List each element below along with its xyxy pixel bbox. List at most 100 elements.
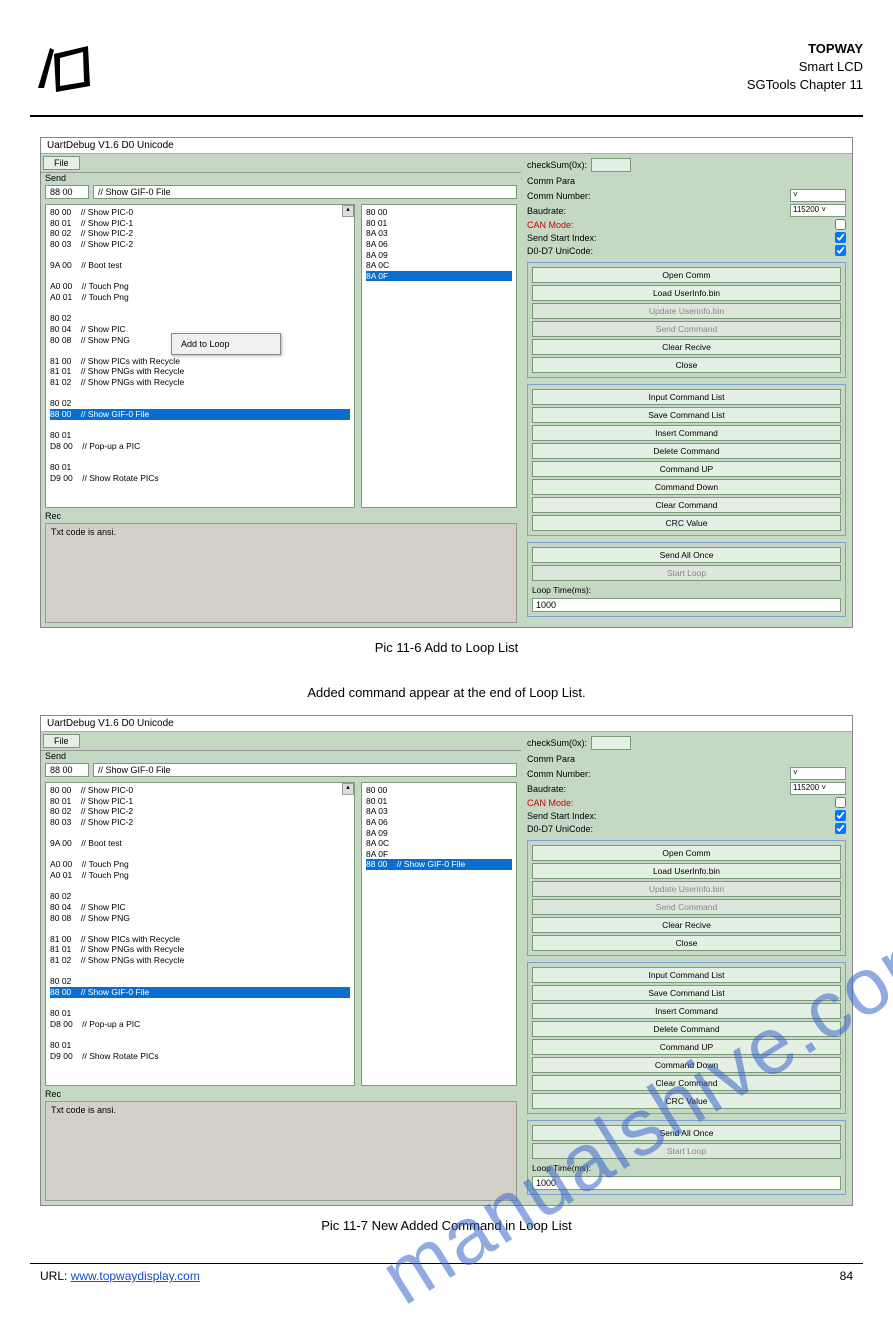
action-button[interactable]: CRC Value [532, 1093, 841, 1109]
list-item[interactable]: 80 00 // Show PIC-0 [50, 207, 350, 218]
list-item[interactable]: 80 02 // Show PIC-2 [50, 228, 350, 239]
action-button[interactable]: CRC Value [532, 515, 841, 531]
list-item[interactable] [50, 271, 350, 282]
list-item[interactable]: 80 02 [50, 891, 350, 902]
param-checkbox[interactable] [835, 232, 846, 243]
list-item[interactable] [50, 998, 350, 1009]
list-item[interactable]: 81 02 // Show PNGs with Recycle [50, 377, 350, 388]
param-checkbox[interactable] [835, 810, 846, 821]
action-button[interactable]: Load UserInfo.bin [532, 285, 841, 301]
list-item[interactable]: 80 00 // Show PIC-0 [50, 785, 350, 796]
list-item[interactable]: 81 02 // Show PNGs with Recycle [50, 955, 350, 966]
loop-list[interactable]: 80 0080 018A 038A 068A 098A 0C8A 0F88 00… [361, 782, 517, 1086]
list-item[interactable]: 80 02 [50, 398, 350, 409]
list-item[interactable]: 88 00 // Show GIF-0 File [50, 987, 350, 998]
list-item[interactable]: 80 01 // Show PIC-1 [50, 218, 350, 229]
list-item[interactable]: 80 01 [50, 1040, 350, 1051]
list-item[interactable]: 80 04 // Show PIC [50, 902, 350, 913]
list-item[interactable] [50, 388, 350, 399]
file-menu[interactable]: File [43, 156, 80, 170]
action-button[interactable]: Insert Command [532, 1003, 841, 1019]
param-checkbox[interactable] [835, 823, 846, 834]
action-button[interactable]: Command UP [532, 461, 841, 477]
action-button[interactable]: Command UP [532, 1039, 841, 1055]
list-item[interactable]: A0 00 // Touch Png [50, 859, 350, 870]
checksum-input[interactable] [591, 158, 631, 172]
footer-link[interactable]: www.topwaydisplay.com [71, 1269, 200, 1283]
list-item[interactable]: 8A 09 [366, 828, 512, 839]
list-item[interactable]: 81 00 // Show PICs with Recycle [50, 356, 350, 367]
list-item[interactable]: 80 00 [366, 785, 512, 796]
action-button[interactable]: Clear Command [532, 497, 841, 513]
list-item[interactable] [50, 923, 350, 934]
file-menu[interactable]: File [43, 734, 80, 748]
list-item[interactable]: D8 00 // Pop-up a PIC [50, 1019, 350, 1030]
list-item[interactable]: 8A 0F [366, 849, 512, 860]
list-item[interactable]: 81 01 // Show PNGs with Recycle [50, 944, 350, 955]
list-item[interactable]: D8 00 // Pop-up a PIC [50, 441, 350, 452]
list-item[interactable] [50, 420, 350, 431]
list-item[interactable]: 80 02 // Show PIC-2 [50, 806, 350, 817]
action-button[interactable]: Save Command List [532, 985, 841, 1001]
list-item[interactable] [50, 828, 350, 839]
list-item[interactable]: 80 01 [366, 218, 512, 229]
list-item[interactable]: 8A 0F [366, 271, 512, 282]
send-desc-input[interactable]: // Show GIF-0 File [93, 185, 517, 199]
action-button[interactable]: Command Down [532, 479, 841, 495]
list-item[interactable]: 80 02 [50, 976, 350, 987]
list-item[interactable] [50, 451, 350, 462]
list-item[interactable]: 80 01 [50, 462, 350, 473]
action-button[interactable]: Close [532, 357, 841, 373]
list-item[interactable]: 80 02 [50, 313, 350, 324]
list-item[interactable] [50, 849, 350, 860]
loop-time-input[interactable] [532, 598, 841, 612]
action-button[interactable]: Clear Command [532, 1075, 841, 1091]
loop-list[interactable]: 80 0080 018A 038A 068A 098A 0C8A 0F [361, 204, 517, 508]
send-code-input[interactable]: 88 00 [45, 763, 89, 777]
list-item[interactable] [50, 966, 350, 977]
send-code-input[interactable]: 88 00 [45, 185, 89, 199]
add-to-loop-menuitem[interactable]: Add to Loop [174, 336, 278, 352]
checksum-input[interactable] [591, 736, 631, 750]
list-item[interactable]: 80 03 // Show PIC-2 [50, 817, 350, 828]
list-item[interactable] [50, 1029, 350, 1040]
list-item[interactable]: 8A 06 [366, 817, 512, 828]
list-item[interactable]: 8A 0C [366, 838, 512, 849]
action-button[interactable]: Input Command List [532, 389, 841, 405]
param-checkbox[interactable] [835, 219, 846, 230]
action-button[interactable]: Load UserInfo.bin [532, 863, 841, 879]
action-button[interactable]: Open Comm [532, 845, 841, 861]
list-item[interactable]: 80 01 // Show PIC-1 [50, 796, 350, 807]
list-item[interactable]: 9A 00 // Boot test [50, 260, 350, 271]
list-item[interactable]: 9A 00 // Boot test [50, 838, 350, 849]
list-item[interactable]: 80 00 [366, 207, 512, 218]
scroll-up-icon[interactable]: ▴ [342, 205, 354, 217]
param-select[interactable]: 115200 ˅ [790, 204, 846, 217]
action-button[interactable]: Insert Command [532, 425, 841, 441]
list-item[interactable] [50, 881, 350, 892]
list-item[interactable]: 8A 03 [366, 806, 512, 817]
action-button[interactable]: Delete Command [532, 1021, 841, 1037]
action-button[interactable]: Clear Recive [532, 917, 841, 933]
send-all-button[interactable]: Send All Once [532, 547, 841, 563]
send-desc-input[interactable]: // Show GIF-0 File [93, 763, 517, 777]
loop-time-input[interactable] [532, 1176, 841, 1190]
list-item[interactable]: A0 00 // Touch Png [50, 281, 350, 292]
action-button[interactable]: Open Comm [532, 267, 841, 283]
list-item[interactable]: D9 00 // Show Rotate PICs [50, 1051, 350, 1062]
scroll-up-icon[interactable]: ▴ [342, 783, 354, 795]
list-item[interactable]: 88 00 // Show GIF-0 File [366, 859, 512, 870]
list-item[interactable]: 80 01 [50, 430, 350, 441]
action-button[interactable]: Input Command List [532, 967, 841, 983]
list-item[interactable]: 88 00 // Show GIF-0 File [50, 409, 350, 420]
command-list[interactable]: ▴ 80 00 // Show PIC-080 01 // Show PIC-1… [45, 204, 355, 508]
param-select[interactable]: ˅ [790, 189, 846, 202]
action-button[interactable]: Close [532, 935, 841, 951]
list-item[interactable]: 8A 06 [366, 239, 512, 250]
action-button[interactable]: Command Down [532, 1057, 841, 1073]
command-list[interactable]: ▴ 80 00 // Show PIC-080 01 // Show PIC-1… [45, 782, 355, 1086]
list-item[interactable] [50, 250, 350, 261]
list-item[interactable]: 8A 0C [366, 260, 512, 271]
list-item[interactable]: A0 01 // Touch Png [50, 870, 350, 881]
list-item[interactable]: A0 01 // Touch Png [50, 292, 350, 303]
